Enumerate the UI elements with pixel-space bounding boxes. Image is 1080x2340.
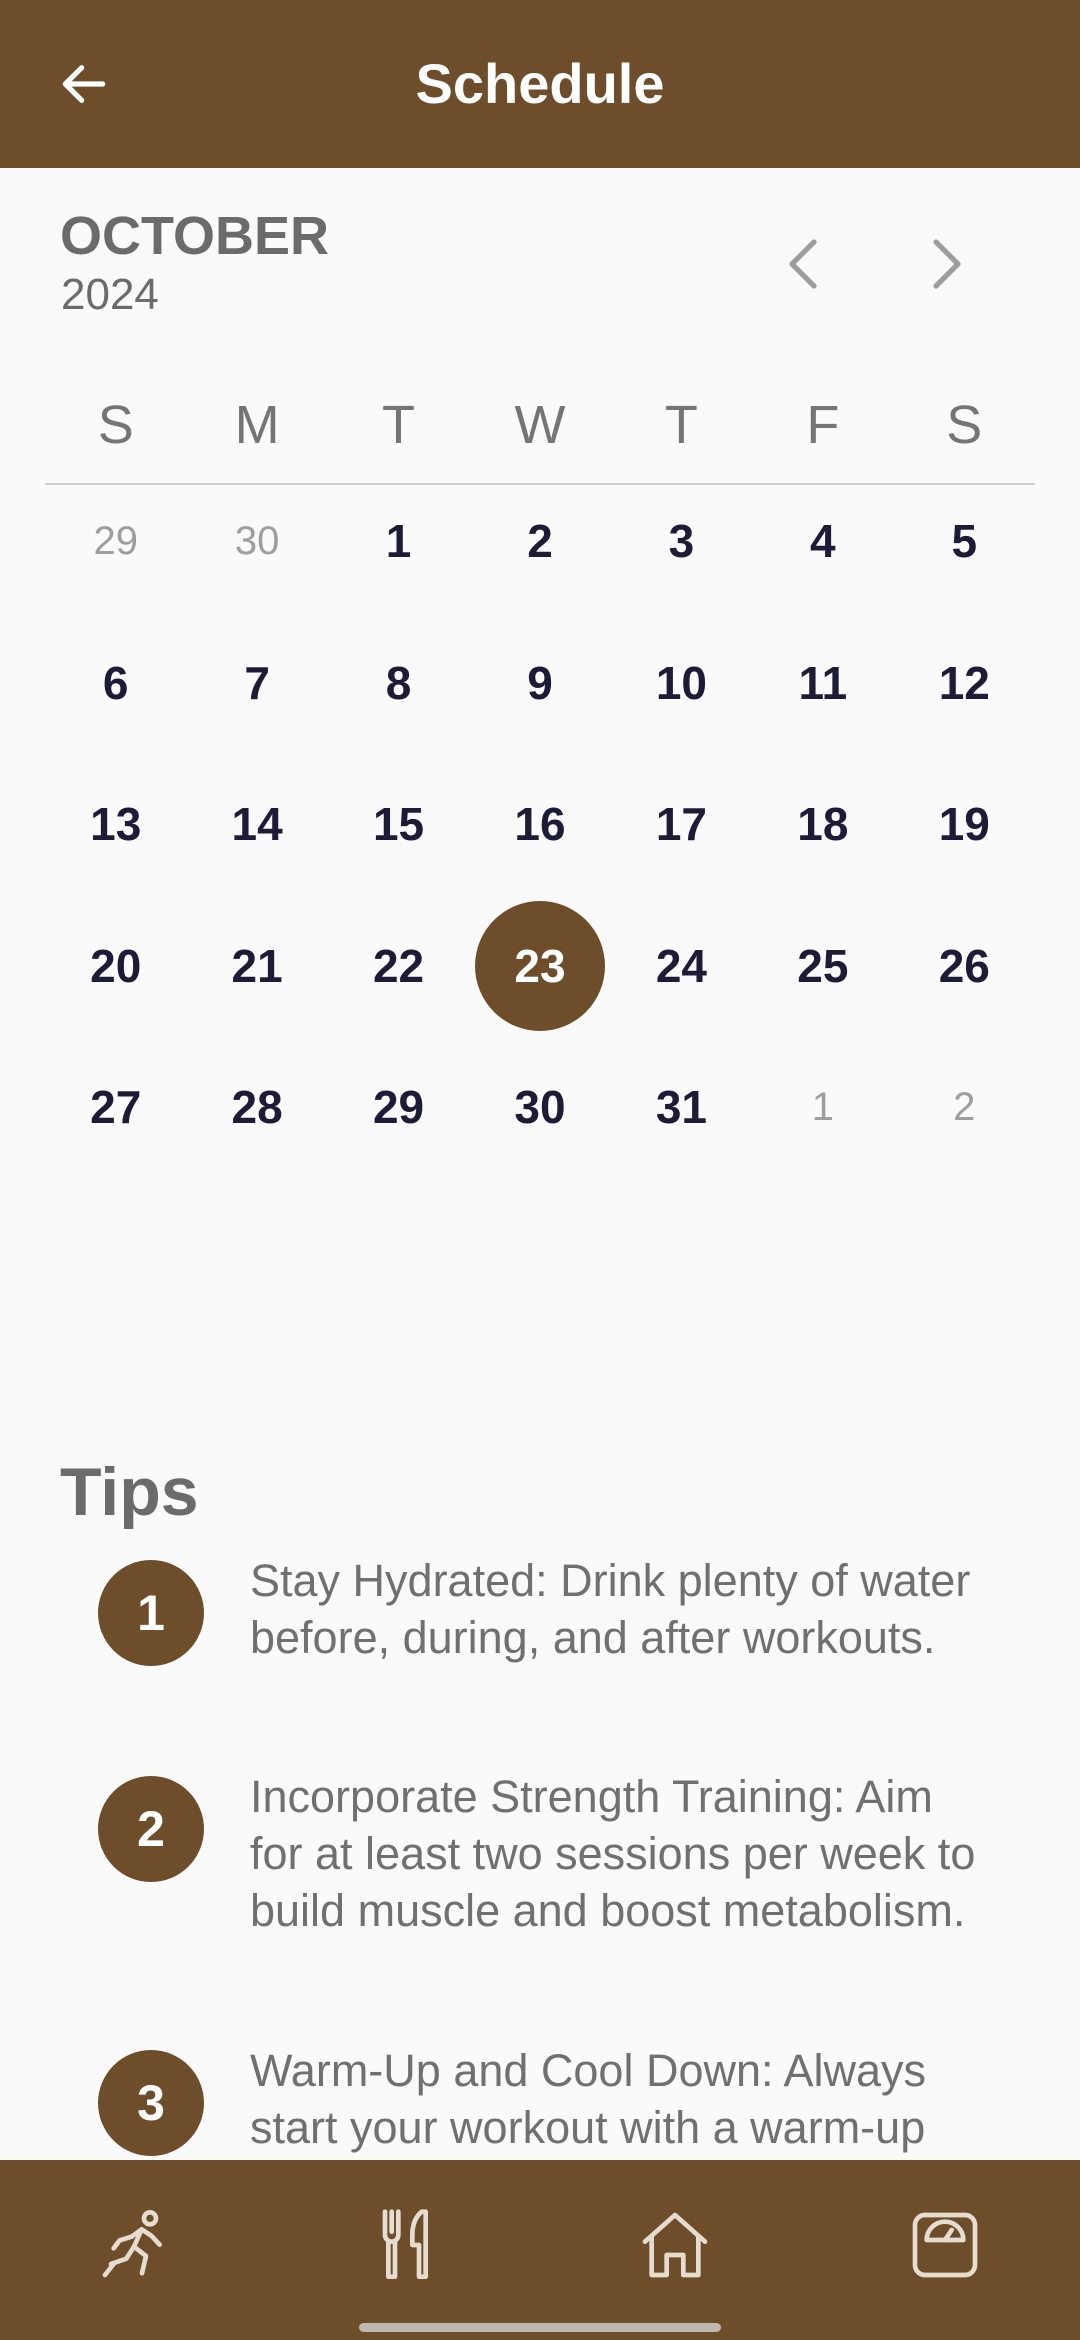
calendar-day[interactable]: 30 <box>469 1036 610 1178</box>
weekday-label: S <box>97 395 134 455</box>
scale-icon <box>912 2212 978 2278</box>
calendar-day[interactable]: 22 <box>328 895 469 1037</box>
calendar-day[interactable]: 8 <box>328 612 469 754</box>
calendar-day[interactable]: 27 <box>45 1036 186 1178</box>
calendar-day[interactable]: 16 <box>469 753 610 895</box>
calendar-day[interactable]: 5 <box>894 470 1035 612</box>
nav-home[interactable] <box>540 2160 810 2330</box>
calendar-month: OCTOBER <box>60 206 330 266</box>
calendar-day[interactable]: 24 <box>611 895 752 1037</box>
home-indicator <box>359 2323 721 2332</box>
weekday-label: F <box>806 395 840 455</box>
nav-workouts[interactable] <box>0 2160 270 2330</box>
bottom-navigation <box>0 2160 1080 2340</box>
calendar-year: 2024 <box>61 270 159 319</box>
tip-number-badge: 2 <box>98 1776 204 1882</box>
calendar-day-selected[interactable]: 23 <box>469 895 610 1037</box>
tip-text: Warm-Up and Cool Down: Always start your… <box>250 2045 927 2153</box>
calendar-day[interactable]: 7 <box>186 612 327 754</box>
calendar-day[interactable]: 12 <box>894 612 1035 754</box>
arrow-left-icon <box>62 65 106 103</box>
chevron-right-icon <box>933 239 961 289</box>
previous-month-button[interactable] <box>764 224 844 304</box>
calendar-day[interactable]: 30 <box>186 470 327 612</box>
calendar-day[interactable]: 10 <box>611 612 752 754</box>
tips-title: Tips <box>60 1454 199 1530</box>
calendar-day[interactable]: 13 <box>45 753 186 895</box>
app-bar: Schedule <box>0 0 1080 168</box>
calendar-day[interactable]: 29 <box>45 470 186 612</box>
calendar-day[interactable]: 1 <box>752 1036 893 1178</box>
calendar-day[interactable]: 11 <box>752 612 893 754</box>
calendar-day[interactable]: 19 <box>894 753 1035 895</box>
calendar-day[interactable]: 6 <box>45 612 186 754</box>
calendar-day[interactable]: 20 <box>45 895 186 1037</box>
next-month-button[interactable] <box>906 224 986 304</box>
running-icon <box>102 2210 163 2278</box>
weekday-label: T <box>664 395 698 455</box>
tip-text: Stay Hydrated: Drink plenty of water bef… <box>250 1555 971 1663</box>
weekday-label: S <box>946 395 983 455</box>
tip-text: Incorporate Strength Training: Aim for a… <box>250 1771 976 1936</box>
page-title: Schedule <box>415 52 665 115</box>
weekday-label: W <box>514 395 566 455</box>
weekday-header: S M T W T F S <box>45 390 1035 460</box>
back-button[interactable] <box>44 44 124 124</box>
calendar-day[interactable]: 15 <box>328 753 469 895</box>
calendar-day[interactable]: 29 <box>328 1036 469 1178</box>
weekday-label: T <box>382 395 416 455</box>
calendar-day[interactable]: 18 <box>752 753 893 895</box>
calendar-day[interactable]: 2 <box>469 470 610 612</box>
calendar-day[interactable]: 9 <box>469 612 610 754</box>
calendar-day[interactable]: 4 <box>752 470 893 612</box>
calendar-day[interactable]: 3 <box>611 470 752 612</box>
nav-weight[interactable] <box>810 2160 1080 2330</box>
tip-number-badge: 3 <box>98 2050 204 2156</box>
calendar-day[interactable]: 2 <box>894 1036 1035 1178</box>
selected-day-indicator: 23 <box>474 900 605 1031</box>
calendar-day[interactable]: 21 <box>186 895 327 1037</box>
fork-knife-icon <box>382 2209 428 2279</box>
calendar-day[interactable]: 17 <box>611 753 752 895</box>
chevron-left-icon <box>789 239 817 289</box>
weekday-label: M <box>234 395 280 455</box>
calendar-day[interactable]: 14 <box>186 753 327 895</box>
calendar-day[interactable]: 31 <box>611 1036 752 1178</box>
calendar-day[interactable]: 28 <box>186 1036 327 1178</box>
home-icon <box>642 2212 708 2278</box>
tip-number-badge: 1 <box>98 1560 204 1666</box>
nav-nutrition[interactable] <box>270 2160 540 2330</box>
calendar-days-grid: 29 30 1 2 3 4 5 6 7 8 9 10 11 12 13 14 15 16 17 18 19 20 21 22 2… <box>45 470 1035 1178</box>
calendar-day[interactable]: 1 <box>328 470 469 612</box>
calendar-day[interactable]: 26 <box>894 895 1035 1037</box>
calendar-day[interactable]: 25 <box>752 895 893 1037</box>
